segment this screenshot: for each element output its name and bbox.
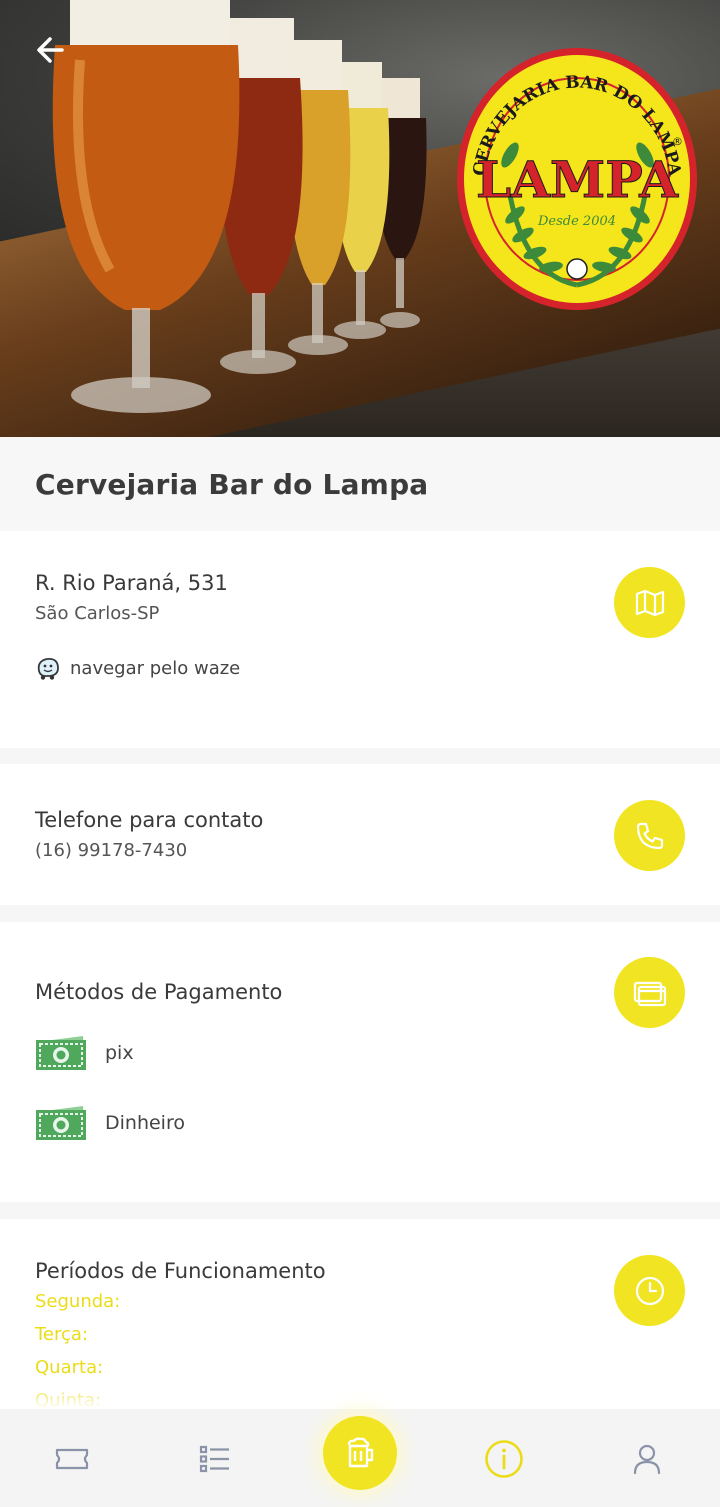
payment-title: Métodos de Pagamento	[35, 980, 283, 1004]
svg-text:®: ®	[672, 135, 683, 148]
svg-text:Desde 2004: Desde 2004	[537, 214, 616, 229]
phone-title: Telefone para contato	[35, 808, 264, 832]
venue-logo: CERVEJARIA BAR DO LAMPA LAMPA Desde 2004…	[457, 48, 697, 310]
day-tuesday: Terça:	[35, 1324, 89, 1345]
arrow-left-icon	[37, 37, 64, 63]
payment-method-pix: pix	[35, 1034, 134, 1072]
cash-icon	[36, 1106, 86, 1140]
cash-icon	[36, 1036, 86, 1070]
address-card: R. Rio Paraná, 531 São Carlos-SP navegar…	[0, 531, 720, 748]
beer-mug-icon	[347, 1437, 374, 1468]
bottom-navigation	[0, 1409, 720, 1507]
day-thursday: Quinta:	[35, 1390, 102, 1411]
page-title: Cervejaria Bar do Lampa	[35, 467, 429, 501]
info-icon	[485, 1440, 523, 1478]
nav-tickets[interactable]	[50, 1437, 94, 1481]
phone-card: Telefone para contato (16) 99178-7430	[0, 764, 720, 905]
back-button[interactable]	[30, 30, 70, 70]
svg-text:LAMPA: LAMPA	[476, 150, 679, 209]
beer-glass-amber	[52, 0, 240, 413]
map-icon	[635, 589, 664, 616]
waze-icon	[37, 658, 59, 680]
hours-title: Períodos de Funcionamento	[35, 1259, 326, 1283]
hero-image: CERVEJARIA BAR DO LAMPA LAMPA Desde 2004…	[0, 0, 720, 437]
user-icon	[633, 1444, 661, 1475]
venue-title-bar: Cervejaria Bar do Lampa	[0, 437, 720, 531]
clock-icon	[635, 1276, 664, 1305]
address-street: R. Rio Paraná, 531	[35, 571, 228, 595]
list-icon	[199, 1445, 229, 1473]
nav-info[interactable]	[482, 1437, 526, 1481]
address-city: São Carlos-SP	[35, 603, 160, 624]
hours-button[interactable]	[614, 1255, 685, 1326]
map-button[interactable]	[614, 567, 685, 638]
waze-label: navegar pelo waze	[70, 657, 241, 679]
ticket-icon	[55, 1448, 89, 1470]
hours-card: Períodos de Funcionamento Segunda: Terça…	[0, 1219, 720, 1419]
payment-method-label: pix	[105, 1042, 134, 1064]
nav-profile[interactable]	[625, 1437, 669, 1481]
payment-card: Métodos de Pagamento pix Dinheiro	[0, 922, 720, 1202]
waze-navigate-link[interactable]: navegar pelo waze	[35, 655, 240, 681]
payment-method-label: Dinheiro	[105, 1112, 185, 1134]
day-monday: Segunda:	[35, 1291, 121, 1312]
payment-button[interactable]	[614, 957, 685, 1028]
phone-icon	[636, 822, 663, 849]
cards-icon	[633, 981, 666, 1006]
payment-method-cash: Dinheiro	[35, 1104, 185, 1142]
call-button[interactable]	[614, 800, 685, 871]
phone-number: (16) 99178-7430	[35, 840, 188, 861]
nav-home-beer[interactable]	[323, 1416, 397, 1490]
nav-menu-list[interactable]	[193, 1437, 237, 1481]
day-wednesday: Quarta:	[35, 1357, 104, 1378]
